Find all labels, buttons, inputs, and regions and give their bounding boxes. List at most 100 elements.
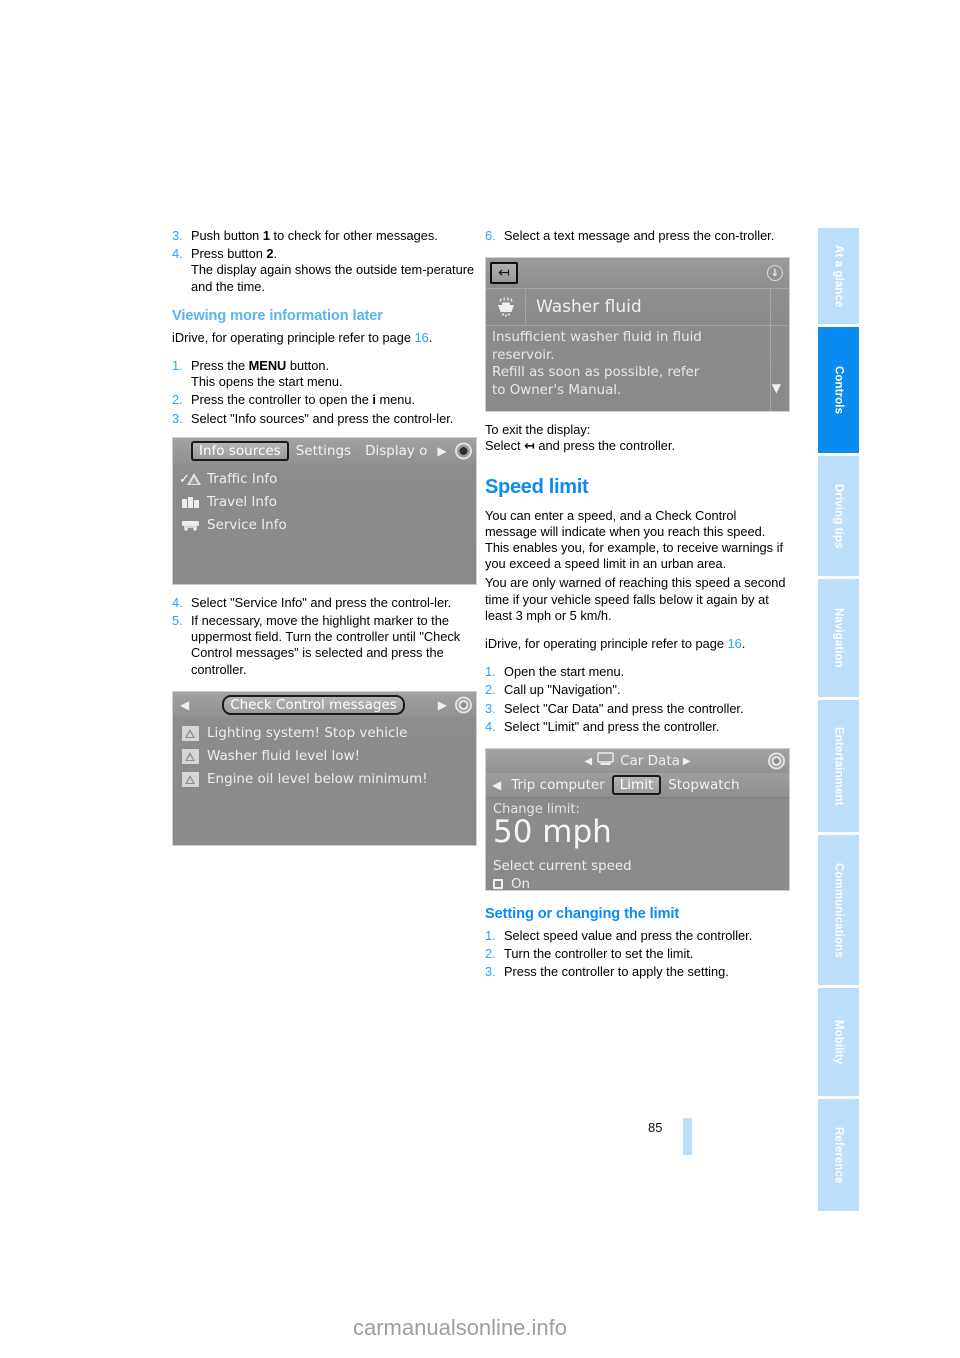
step-text: Push button 1 to check for other message…: [191, 228, 477, 244]
warning-triangle-icon: [179, 771, 201, 787]
idrive-screenshot-car-data: ◀ Car Data ▶ ◀ Trip computer Limit Stopw…: [485, 748, 790, 892]
step-number: 5.: [172, 613, 183, 629]
idrive-note-period: .: [741, 636, 746, 652]
figure-id: BM080219: [787, 804, 790, 835]
back-arrow-icon[interactable]: ↤: [490, 262, 518, 285]
speed-limit-value[interactable]: 50 mph: [493, 815, 782, 849]
step-text-part: Press button: [191, 246, 267, 262]
message-line: Insufficient washer fluid in fluid: [492, 330, 702, 346]
idrive-title-check-control-messages[interactable]: Check Control messages: [222, 694, 405, 715]
exit-note-suffix: and press the controller.: [534, 438, 675, 454]
step-number: 4.: [485, 718, 496, 734]
step-number: 2.: [485, 946, 496, 962]
page-reference-link[interactable]: 16: [415, 330, 429, 345]
step-number: 3.: [485, 700, 496, 716]
chapter-tab-navigation: At a glance Controls Driving tips Naviga…: [818, 228, 859, 1214]
step-text: Select "Limit" and press the controller.: [504, 718, 720, 734]
step-text: Select "Service Info" and press the cont…: [191, 594, 452, 610]
idrive-row-service-info[interactable]: Service Info: [173, 514, 476, 537]
list-item: 3. Press the controller to apply the set…: [485, 964, 790, 980]
step-number: 6.: [485, 228, 496, 243]
list-item: 6. Select a text message and press the c…: [485, 228, 790, 244]
section-heading-viewing-more-info: Viewing more information later: [172, 307, 383, 324]
list-item: 2. Call up "Navigation".: [485, 682, 790, 698]
idrive-note-period: .: [428, 329, 433, 345]
idrive-screenshot-info-sources: Info sources Settings Display o ▶ ✓ Traf…: [172, 436, 477, 585]
chevron-right-icon[interactable]: ▶: [434, 444, 449, 458]
idrive-tab-settings[interactable]: Settings: [289, 442, 358, 460]
list-item: 4. Select "Limit" and press the controll…: [485, 719, 790, 735]
idrive-row-traffic-info[interactable]: ✓ Traffic Info: [173, 468, 476, 491]
sidebar-item-at-a-glance[interactable]: At a glance: [818, 228, 859, 324]
speed-limit-paragraph-2: You are only warned of reaching this spe…: [485, 575, 786, 623]
idrive-row-washer-fluid-low[interactable]: Washer fluid level low!: [173, 745, 476, 768]
chevron-left-icon[interactable]: ◀: [581, 756, 595, 767]
step-number: 2.: [485, 682, 496, 698]
step-text-tail: .: [273, 246, 278, 262]
list-item: 1. Open the start menu.: [485, 664, 790, 680]
idrive-row-travel-info[interactable]: Travel Info: [173, 491, 476, 514]
idrive-tab-display[interactable]: Display o: [358, 442, 434, 460]
page-number-bar: [683, 1118, 692, 1155]
step-text-part: Press the controller to open the: [191, 392, 373, 408]
step-text: Select speed value and press the control…: [504, 928, 753, 944]
idrive-reference-note: iDrive, for operating principle refer to…: [172, 330, 477, 346]
idrive-row-lighting-system[interactable]: Lighting system! Stop vehicle: [173, 722, 476, 745]
chevron-right-icon[interactable]: ▶: [435, 698, 450, 712]
sidebar-item-navigation[interactable]: Navigation: [818, 579, 859, 697]
step-text: Select "Car Data" and press the controll…: [504, 700, 744, 716]
sidebar-item-communications[interactable]: Communications: [818, 835, 859, 985]
idrive-list: Lighting system! Stop vehicle Washer flu…: [173, 718, 476, 791]
scrollbar-track[interactable]: [770, 288, 771, 412]
step-number: 3.: [172, 228, 183, 243]
idrive-message-body: Insufficient washer fluid in fluid reser…: [486, 326, 789, 401]
back-arrow-icon: ↤: [524, 439, 535, 455]
step-number: 1.: [485, 928, 496, 944]
idrive-tab-trip-computer[interactable]: Trip computer: [504, 776, 612, 794]
speed-limit-paragraph-1: You can enter a speed, and a Check Contr…: [485, 507, 784, 572]
idrive-tab-bar: Info sources Settings Display o ▶: [173, 437, 476, 464]
checkbox-icon[interactable]: [493, 879, 503, 890]
step-text: Press button 2. The display again shows t…: [191, 246, 477, 295]
page-reference-link[interactable]: 16: [728, 636, 742, 651]
sidebar-item-entertainment[interactable]: Entertainment: [818, 700, 859, 832]
message-line: reservoir.: [492, 347, 555, 363]
step-text: Select a text message and press the con-…: [504, 228, 775, 243]
idrive-tab-bar: ◀ Trip computer Limit Stopwatch: [486, 773, 789, 799]
idrive-note-text: iDrive, for operating principle refer to…: [485, 636, 728, 652]
sidebar-item-driving-tips[interactable]: Driving tips: [818, 456, 859, 576]
sidebar-item-mobility[interactable]: Mobility: [818, 988, 859, 1096]
sidebar-item-controls[interactable]: Controls: [818, 327, 859, 453]
select-current-speed-label: Select current speed: [493, 858, 632, 874]
chevron-left-icon[interactable]: ◀: [177, 698, 192, 712]
washer-fluid-icon: [486, 289, 526, 326]
idrive-row-engine-oil-low[interactable]: Engine oil level below minimum!: [173, 768, 476, 791]
step-number: 2.: [172, 392, 183, 408]
idrive-screenshot-washer-fluid: ↤ ↓ Washer fluid Insufficient washer flu…: [485, 257, 790, 413]
step-number: 1.: [172, 358, 183, 374]
scroll-down-caret-icon[interactable]: ▼: [772, 380, 781, 398]
on-toggle-row[interactable]: On: [493, 877, 782, 890]
controller-knob-icon: [768, 752, 785, 770]
list-item: 3. Select "Car Data" and press the contr…: [485, 701, 790, 717]
manual-page: 3. Push button 1 to check for other mess…: [0, 0, 960, 1358]
idrive-tab-limit[interactable]: Limit: [611, 775, 662, 796]
idrive-message-title: Washer fluid: [536, 297, 642, 318]
list-item: 1. Select speed value and press the cont…: [485, 928, 790, 944]
chevron-left-icon[interactable]: ◀: [489, 778, 504, 792]
step-text: Open the start menu.: [504, 664, 625, 680]
idrive-message-title-row: Washer fluid: [486, 288, 789, 327]
step-subtext: The display again shows the outside tem-…: [191, 262, 475, 294]
step-number: 1.: [485, 664, 496, 680]
idrive-tab-info-sources[interactable]: Info sources: [191, 440, 289, 461]
step-text-tail: button.: [286, 358, 330, 374]
chevron-right-icon[interactable]: ▶: [680, 756, 694, 767]
sidebar-item-reference[interactable]: Reference: [818, 1099, 859, 1211]
idrive-tab-stopwatch[interactable]: Stopwatch: [661, 776, 746, 794]
idrive-row-label: Service Info: [207, 517, 287, 534]
step-bold-token: MENU: [248, 358, 287, 374]
exit-note-prefix: Select: [485, 438, 525, 454]
list-item: 5. If necessary, move the highlight mark…: [172, 613, 477, 678]
